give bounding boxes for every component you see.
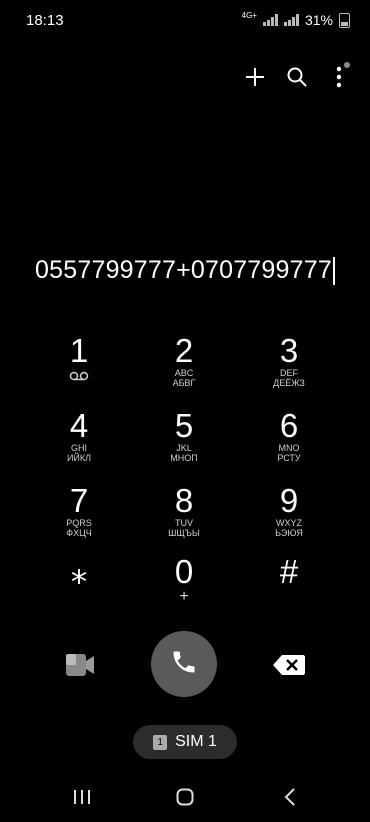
key-letters: DEF bbox=[280, 368, 298, 378]
key-letters: WXYZ bbox=[276, 518, 302, 528]
key-letters-cyrillic: ШЩЪЫ bbox=[168, 528, 200, 538]
key-letters-cyrillic: РСТУ bbox=[277, 453, 301, 463]
key-digit: 3 bbox=[279, 332, 299, 369]
key-digit: 5 bbox=[174, 407, 194, 444]
key-letters: MNO bbox=[278, 443, 300, 453]
status-time: 18:13 bbox=[26, 12, 64, 29]
key-7[interactable]: 7 PQRS ФХЦЧ bbox=[27, 484, 131, 556]
key-digit: ⁎ bbox=[70, 553, 88, 590]
key-3[interactable]: 3 DEF ДЕЁЖЗ bbox=[237, 334, 341, 406]
key-digit: 2 bbox=[174, 332, 194, 369]
key-letters: ABC bbox=[174, 368, 194, 378]
key-digit: 7 bbox=[69, 482, 89, 519]
video-call-icon[interactable] bbox=[64, 652, 96, 678]
sim-badge: 1 bbox=[153, 734, 168, 750]
battery-icon bbox=[339, 12, 350, 28]
home-icon[interactable] bbox=[172, 784, 198, 810]
key-6[interactable]: 6 MNO РСТУ bbox=[237, 409, 341, 481]
sim-selector-button[interactable]: 1 SIM 1 bbox=[133, 725, 237, 759]
key-digit: 4 bbox=[69, 407, 89, 444]
sim-label: SIM 1 bbox=[175, 733, 217, 750]
top-actions bbox=[242, 64, 352, 90]
key-digit: 8 bbox=[174, 482, 194, 519]
key-4[interactable]: 4 GHI ИЙКЛ bbox=[27, 409, 131, 481]
text-cursor bbox=[332, 257, 335, 286]
battery-percent: 31% bbox=[304, 12, 333, 28]
back-icon[interactable] bbox=[277, 784, 303, 810]
key-digit: 9 bbox=[279, 482, 299, 519]
key-9[interactable]: 9 WXYZ ЬЭЮЯ bbox=[237, 484, 341, 556]
backspace-icon[interactable] bbox=[272, 654, 306, 676]
signal-icon-2 bbox=[283, 14, 299, 26]
key-letters-cyrillic: МНОП bbox=[170, 453, 198, 463]
navigation-bar bbox=[0, 784, 370, 810]
more-vert-icon[interactable] bbox=[326, 64, 352, 90]
status-bar: 18:13 4G+ 31% bbox=[0, 0, 370, 40]
key-star[interactable]: ⁎ bbox=[27, 555, 131, 627]
key-letters: GHI bbox=[70, 443, 87, 453]
key-letters: JKL bbox=[176, 443, 192, 453]
key-1[interactable]: 1 bbox=[27, 334, 131, 406]
dialed-number: 0557799777+0707799777 bbox=[35, 256, 332, 284]
key-letters-cyrillic: ФХЦЧ bbox=[66, 528, 92, 538]
plus-icon[interactable] bbox=[242, 64, 268, 90]
network-type: 4G+ bbox=[241, 11, 257, 20]
key-digit: # bbox=[279, 553, 299, 590]
key-5[interactable]: 5 JKL МНОП bbox=[132, 409, 236, 481]
voicemail-icon bbox=[69, 368, 89, 385]
key-letters-cyrillic: АБВГ bbox=[172, 378, 196, 388]
key-letters-cyrillic: ДЕЁЖЗ bbox=[273, 378, 305, 388]
search-icon[interactable] bbox=[284, 64, 310, 90]
key-digit: 0 bbox=[174, 553, 194, 590]
key-digit: 1 bbox=[69, 332, 89, 369]
phone-icon bbox=[170, 648, 198, 681]
key-8[interactable]: 8 TUV ШЩЪЫ bbox=[132, 484, 236, 556]
key-plus: + bbox=[179, 588, 189, 605]
dialed-number-field[interactable]: 0557799777+0707799777 bbox=[0, 256, 370, 286]
signal-icon bbox=[262, 14, 278, 26]
key-letters-cyrillic: ЬЭЮЯ bbox=[275, 528, 303, 538]
key-hash[interactable]: # bbox=[237, 555, 341, 627]
key-letters-cyrillic: ИЙКЛ bbox=[66, 453, 92, 463]
call-button[interactable] bbox=[151, 631, 217, 697]
recent-apps-icon[interactable] bbox=[69, 784, 95, 810]
key-letters: PQRS bbox=[66, 518, 92, 528]
status-indicators: 4G+ 31% bbox=[242, 12, 350, 28]
key-2[interactable]: 2 ABC АБВГ bbox=[132, 334, 236, 406]
key-letters: TUV bbox=[175, 518, 193, 528]
key-0[interactable]: 0 + bbox=[132, 555, 236, 627]
key-digit: 6 bbox=[279, 407, 299, 444]
